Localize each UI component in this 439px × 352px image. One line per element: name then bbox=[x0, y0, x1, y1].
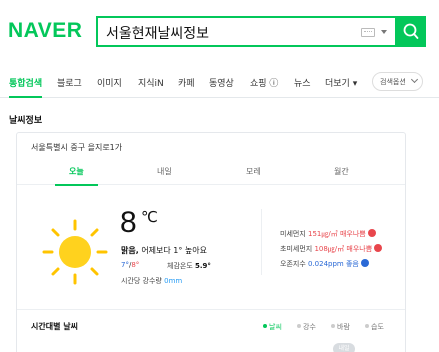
aq-label: 오존지수 bbox=[280, 260, 306, 268]
aq-label: 미세먼지 bbox=[280, 230, 306, 238]
bullet-icon bbox=[331, 324, 335, 328]
min-max-temperature: 7°/8° bbox=[121, 261, 139, 269]
tab-more[interactable]: 더보기 ▾ bbox=[325, 76, 357, 89]
tab-blog[interactable]: 블로그 bbox=[57, 76, 82, 89]
fine-dust[interactable]: 미세먼지 151㎍/㎥ 매우나쁨 bbox=[280, 229, 376, 239]
tomorrow-chip: 내일 bbox=[333, 343, 355, 352]
temperature-unit: ℃ bbox=[141, 208, 158, 226]
chevron-down-icon[interactable] bbox=[381, 30, 387, 34]
aq-label: 초미세먼지 bbox=[280, 245, 313, 253]
feels-like-value: 5.9° bbox=[195, 262, 211, 270]
min-temperature: 7° bbox=[121, 261, 129, 269]
tab-integrated[interactable]: 통합검색 bbox=[9, 76, 43, 98]
tab-video[interactable]: 동영상 bbox=[209, 76, 234, 89]
weather-condition: 맑음, bbox=[121, 246, 139, 255]
search-icon bbox=[403, 23, 419, 39]
feels-like-label: 체감온도 bbox=[167, 262, 193, 270]
tab-cafe[interactable]: 카페 bbox=[178, 76, 195, 89]
search-options-button[interactable]: 검색옵션 bbox=[372, 72, 423, 91]
divider bbox=[17, 309, 405, 310]
legend-weather-label: 날씨 bbox=[269, 323, 282, 331]
header: NAVER bbox=[0, 0, 439, 64]
ultrafine-dust[interactable]: 초미세먼지 108㎍/㎥ 매우나쁨 bbox=[280, 244, 383, 254]
legend-humidity[interactable]: 습도 bbox=[365, 322, 384, 332]
search-options-label: 검색옵션 bbox=[380, 78, 406, 86]
hourly-title: 시간대별 날씨 bbox=[31, 322, 78, 331]
bad-face-icon bbox=[367, 229, 376, 237]
location-label[interactable]: 서울특별시 중구 을지로1가 bbox=[31, 142, 122, 153]
tab-shopping[interactable]: 쇼핑 ⓘ bbox=[250, 76, 278, 89]
max-temperature: 8° bbox=[131, 261, 140, 269]
tab-news[interactable]: 뉴스 bbox=[294, 76, 311, 89]
sun-icon bbox=[42, 219, 108, 285]
naver-logo[interactable]: NAVER bbox=[8, 19, 82, 43]
tab-kin[interactable]: 지식iN bbox=[138, 76, 164, 89]
precipitation: 시간당 강수량 0mm bbox=[121, 276, 182, 286]
legend-wind-label: 바람 bbox=[337, 323, 350, 331]
aq-value: 151㎍/㎥ bbox=[308, 230, 338, 238]
bullet-icon bbox=[365, 324, 369, 328]
weather-card: 서울특별시 중구 을지로1가 오늘 내일 모레 월간 8 ℃ 맑음, 어제보다 … bbox=[16, 132, 406, 352]
aq-status: 매우나쁨 bbox=[339, 230, 366, 238]
tab-day-after[interactable]: 모레 bbox=[246, 166, 261, 177]
chevron-down-icon bbox=[410, 75, 419, 84]
feels-like: 체감온도 5.9° bbox=[167, 261, 211, 271]
precipitation-label: 시간당 강수량 bbox=[121, 277, 162, 285]
keyboard-icon[interactable] bbox=[361, 28, 375, 37]
legend-humidity-label: 습도 bbox=[371, 323, 384, 331]
aq-status: 좋음 bbox=[345, 260, 359, 268]
tab-monthly[interactable]: 월간 bbox=[334, 166, 349, 177]
aq-value: 108㎍/㎥ bbox=[314, 245, 345, 253]
weather-summary: 맑음, 어제보다 1° 높아요 bbox=[121, 245, 207, 256]
legend-weather[interactable]: 날씨 bbox=[263, 322, 282, 332]
section-title: 날씨정보 bbox=[9, 116, 43, 126]
aq-status: 매우나쁨 bbox=[346, 245, 373, 253]
tab-image[interactable]: 이미지 bbox=[97, 76, 122, 89]
day-tabs: 오늘 내일 모레 월간 bbox=[17, 163, 405, 186]
search-input[interactable] bbox=[106, 22, 346, 43]
aq-value: 0.024ppm bbox=[308, 260, 344, 268]
bad-face-icon bbox=[374, 244, 383, 252]
tab-tomorrow[interactable]: 내일 bbox=[157, 166, 172, 177]
tab-today[interactable]: 오늘 bbox=[55, 166, 98, 186]
good-face-icon bbox=[360, 259, 369, 267]
bullet-icon bbox=[297, 324, 301, 328]
search-box[interactable] bbox=[96, 16, 426, 47]
legend-precipitation-label: 강수 bbox=[303, 323, 316, 331]
search-button[interactable] bbox=[395, 16, 426, 47]
divider bbox=[261, 209, 262, 275]
current-temperature: 8 bbox=[120, 206, 137, 239]
weather-comparison: 어제보다 1° 높아요 bbox=[141, 246, 208, 255]
ozone-index[interactable]: 오존지수 0.024ppm 좋음 bbox=[280, 259, 369, 269]
legend-wind[interactable]: 바람 bbox=[331, 322, 350, 332]
precipitation-value: 0mm bbox=[164, 277, 183, 285]
legend-precipitation[interactable]: 강수 bbox=[297, 322, 316, 332]
bullet-icon bbox=[263, 324, 267, 328]
